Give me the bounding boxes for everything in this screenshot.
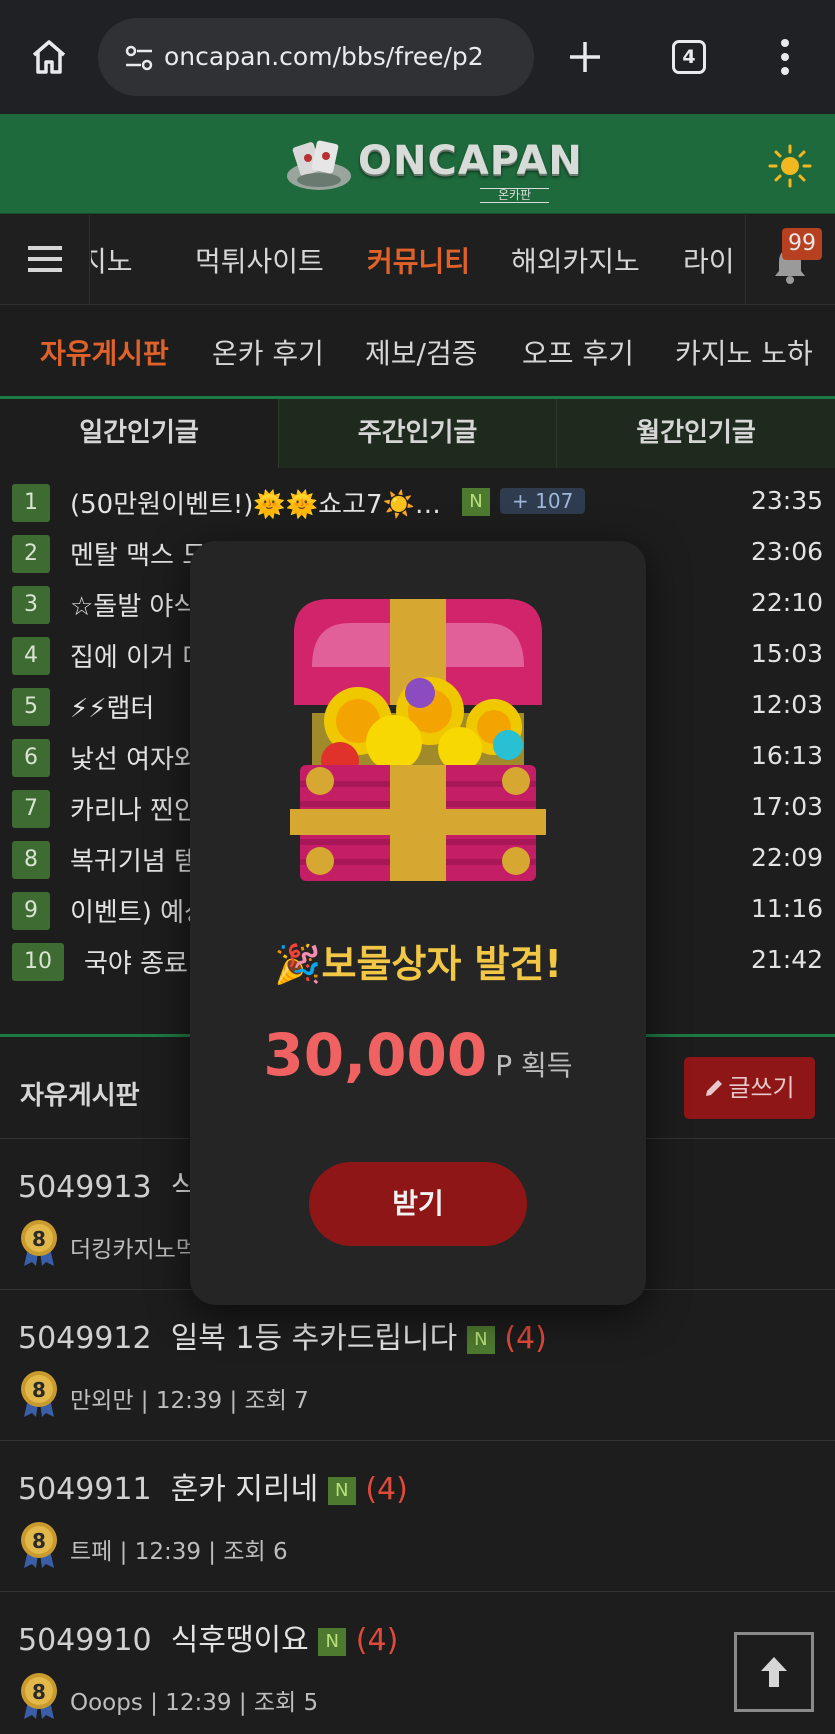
- claim-button[interactable]: 받기: [309, 1162, 527, 1246]
- reward-unit: P 획득: [495, 1049, 573, 1082]
- reward-amount-line: 30,000 P 획득: [190, 1021, 646, 1089]
- treasure-chest-modal: 🎉보물상자 발견! 30,000 P 획득 받기: [190, 541, 646, 1305]
- modal-title: 🎉보물상자 발견!: [274, 942, 562, 986]
- treasure-chest-icon: [290, 599, 546, 881]
- reward-amount: 30,000: [263, 1021, 488, 1089]
- modal-overlay: 🎉보물상자 발견! 30,000 P 획득 받기: [0, 0, 835, 1734]
